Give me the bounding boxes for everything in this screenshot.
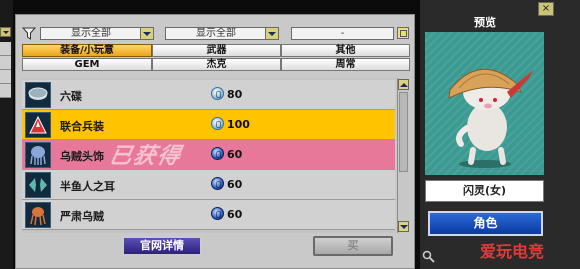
chevron-down-icon bbox=[265, 28, 278, 39]
left-panel-edge bbox=[0, 0, 13, 269]
list-item[interactable]: 六碟 80 bbox=[22, 80, 395, 110]
item-price: 60 bbox=[227, 178, 243, 191]
item-thumbnail-icon bbox=[25, 172, 51, 198]
list-item[interactable]: 半鱼人之耳 60 bbox=[22, 170, 395, 200]
character-name: 闪灵(女) bbox=[425, 180, 544, 202]
tab-weekly[interactable]: 周常 bbox=[281, 58, 410, 71]
list-item-selected[interactable]: 联合兵装 100 bbox=[22, 110, 395, 140]
filter-dropdown-left-text: 显示全部 bbox=[71, 28, 111, 39]
watermark-logo: 爱玩电竞 bbox=[480, 242, 545, 261]
preview-title: 预览 bbox=[474, 16, 496, 29]
item-price: 60 bbox=[227, 208, 243, 221]
silver-coin-icon bbox=[211, 87, 224, 100]
item-list-scrollbar[interactable] bbox=[397, 78, 409, 233]
item-price: 60 bbox=[227, 148, 243, 161]
left-dropdown-arrow[interactable] bbox=[0, 27, 11, 37]
filter-dropdown-left[interactable]: 显示全部 bbox=[40, 27, 154, 40]
owned-stamp: 已获得 bbox=[106, 144, 185, 169]
silver-coin-icon bbox=[211, 117, 224, 130]
official-details-button[interactable]: 官网详情 bbox=[122, 236, 202, 256]
reset-filter-button[interactable] bbox=[397, 27, 409, 39]
tab-other[interactable]: 其他 bbox=[281, 44, 410, 57]
left-list-row[interactable] bbox=[0, 56, 11, 70]
list-item-owned[interactable]: 乌贼头饰 60 bbox=[22, 140, 395, 170]
left-list-row[interactable] bbox=[0, 84, 11, 98]
item-list: 六碟 80 联合兵装 100 乌贼头饰 60 半鱼人之耳 60 严肃乌贼 60 bbox=[22, 78, 395, 233]
role-button[interactable]: 角色 bbox=[428, 211, 543, 236]
blue-coin-icon bbox=[211, 207, 224, 220]
chevron-down-icon bbox=[140, 28, 153, 39]
item-price: 80 bbox=[227, 88, 243, 101]
buy-button[interactable]: 买 bbox=[313, 236, 393, 256]
left-list-row[interactable] bbox=[0, 70, 11, 84]
scroll-up-button[interactable] bbox=[398, 79, 409, 90]
left-list-row[interactable] bbox=[0, 42, 11, 56]
search-icon[interactable] bbox=[422, 250, 435, 263]
item-name: 半鱼人之耳 bbox=[60, 180, 115, 193]
tab-jack[interactable]: 杰克 bbox=[152, 58, 281, 71]
item-price: 100 bbox=[227, 118, 250, 131]
blue-coin-icon bbox=[211, 177, 224, 190]
item-name: 联合兵装 bbox=[60, 120, 104, 133]
item-name: 乌贼头饰 bbox=[60, 150, 104, 163]
filter-dropdown-right[interactable]: - bbox=[291, 27, 394, 40]
character-preview[interactable] bbox=[425, 32, 544, 175]
item-thumbnail-icon bbox=[25, 202, 51, 228]
item-thumbnail-icon bbox=[25, 82, 51, 108]
character-model-icon bbox=[448, 69, 533, 168]
blue-coin-icon bbox=[211, 147, 224, 160]
item-name: 六碟 bbox=[60, 90, 82, 103]
filter-dropdown-middle[interactable]: 显示全部 bbox=[165, 27, 279, 40]
scroll-thumb[interactable] bbox=[399, 92, 408, 172]
tab-gem[interactable]: GEM bbox=[22, 58, 152, 71]
item-thumbnail-icon bbox=[25, 112, 51, 138]
filter-dropdown-right-text: - bbox=[340, 28, 345, 39]
tab-weapons[interactable]: 武器 bbox=[152, 44, 281, 57]
scroll-down-button[interactable] bbox=[398, 221, 409, 232]
list-item[interactable]: 严肃乌贼 60 bbox=[22, 200, 395, 230]
item-thumbnail-icon bbox=[25, 142, 51, 168]
filter-dropdown-middle-text: 显示全部 bbox=[196, 28, 236, 39]
tab-equipment[interactable]: 装备/小玩意 bbox=[22, 44, 152, 57]
filter-icon bbox=[22, 27, 36, 40]
item-name: 严肃乌贼 bbox=[60, 210, 104, 223]
